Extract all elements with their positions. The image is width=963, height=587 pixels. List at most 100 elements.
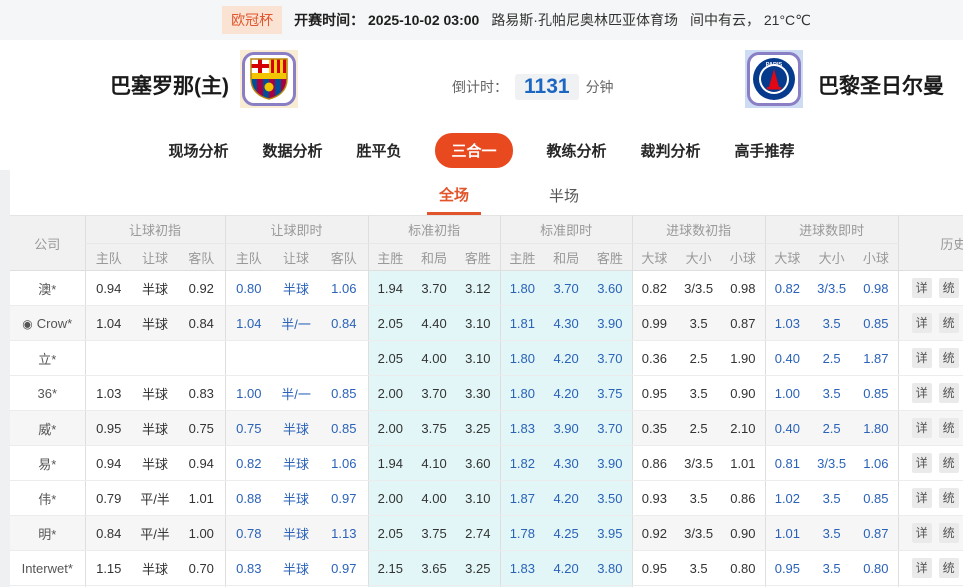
odds-cell[interactable]: 半球 [272, 516, 320, 551]
stats-button[interactable]: 统 [939, 453, 959, 473]
odds-cell[interactable]: 1.01 [765, 516, 809, 551]
odds-cell[interactable]: 1.81 [500, 306, 544, 341]
odds-cell[interactable]: 半球 [272, 411, 320, 446]
odds-cell[interactable]: 1.87 [854, 341, 898, 376]
stats-button[interactable]: 统 [939, 523, 959, 543]
odds-cell[interactable]: 0.82 [225, 446, 272, 481]
detail-button[interactable]: 详 [912, 313, 932, 333]
odds-cell[interactable]: 1.06 [320, 446, 368, 481]
odds-cell[interactable]: 3.75 [588, 376, 632, 411]
stats-button[interactable]: 统 [939, 278, 959, 298]
odds-cell[interactable]: 4.20 [544, 376, 588, 411]
stats-button[interactable]: 统 [939, 313, 959, 333]
odds-cell[interactable]: 0.81 [765, 446, 809, 481]
odds-cell[interactable]: 1.00 [225, 376, 272, 411]
detail-button[interactable]: 详 [912, 453, 932, 473]
odds-cell[interactable]: 1.78 [500, 516, 544, 551]
odds-cell[interactable]: 3.70 [588, 411, 632, 446]
odds-cell[interactable]: 0.85 [854, 481, 898, 516]
odds-cell[interactable]: 3.60 [588, 271, 632, 306]
nav-tab-active[interactable]: 三合一 [435, 133, 512, 168]
odds-cell[interactable]: 1.82 [500, 446, 544, 481]
odds-cell[interactable]: 4.30 [544, 446, 588, 481]
detail-button[interactable]: 详 [912, 418, 932, 438]
tab-full-match[interactable]: 全场 [427, 184, 481, 215]
odds-cell[interactable]: 0.80 [225, 271, 272, 306]
odds-cell[interactable]: 1.03 [765, 306, 809, 341]
odds-cell[interactable]: 3.90 [544, 411, 588, 446]
odds-cell[interactable]: 4.20 [544, 481, 588, 516]
tab-half-match[interactable]: 半场 [537, 185, 591, 215]
odds-cell[interactable]: 3.90 [588, 306, 632, 341]
stats-button[interactable]: 统 [939, 348, 959, 368]
detail-button[interactable]: 详 [912, 488, 932, 508]
odds-cell[interactable]: 1.80 [500, 376, 544, 411]
odds-cell[interactable]: 3.90 [588, 446, 632, 481]
odds-cell[interactable]: 1.80 [500, 341, 544, 376]
odds-cell[interactable]: 3.95 [588, 516, 632, 551]
odds-cell[interactable]: 半/一 [272, 306, 320, 341]
odds-cell[interactable]: 3.5 [809, 516, 854, 551]
odds-cell[interactable]: 0.40 [765, 411, 809, 446]
odds-cell[interactable]: 1.02 [765, 481, 809, 516]
stats-button[interactable]: 统 [939, 383, 959, 403]
odds-cell[interactable]: 半/一 [272, 376, 320, 411]
odds-cell[interactable]: 2.5 [809, 341, 854, 376]
odds-cell[interactable]: 0.85 [854, 306, 898, 341]
odds-cell[interactable]: 0.85 [320, 376, 368, 411]
odds-cell[interactable]: 0.40 [765, 341, 809, 376]
detail-button[interactable]: 详 [912, 383, 932, 403]
stats-button[interactable]: 统 [939, 488, 959, 508]
stats-button[interactable]: 统 [939, 418, 959, 438]
stats-button[interactable]: 统 [939, 558, 959, 578]
odds-cell[interactable]: 1.06 [854, 446, 898, 481]
odds-cell[interactable]: 3/3.5 [809, 271, 854, 306]
nav-tab-item[interactable]: 胜平负 [356, 140, 401, 161]
odds-cell[interactable]: 4.20 [544, 551, 588, 586]
odds-cell[interactable]: 3.5 [809, 481, 854, 516]
odds-cell[interactable]: 3.5 [809, 551, 854, 586]
odds-cell[interactable]: 4.30 [544, 306, 588, 341]
odds-cell[interactable]: 2.5 [809, 411, 854, 446]
odds-cell[interactable]: 3.80 [588, 551, 632, 586]
nav-tab-item[interactable]: 教练分析 [547, 140, 607, 161]
odds-cell[interactable]: 0.83 [225, 551, 272, 586]
detail-button[interactable]: 详 [912, 278, 932, 298]
detail-button[interactable]: 详 [912, 348, 932, 368]
odds-cell[interactable]: 1.00 [765, 376, 809, 411]
odds-cell[interactable]: 3.5 [809, 306, 854, 341]
odds-cell[interactable]: 0.85 [320, 411, 368, 446]
odds-cell[interactable]: 0.87 [854, 516, 898, 551]
odds-cell[interactable]: 1.13 [320, 516, 368, 551]
odds-cell[interactable]: 0.75 [225, 411, 272, 446]
odds-cell[interactable]: 0.84 [320, 306, 368, 341]
odds-cell[interactable]: 0.80 [854, 551, 898, 586]
odds-cell[interactable]: 0.97 [320, 551, 368, 586]
odds-cell[interactable]: 4.20 [544, 341, 588, 376]
nav-tab-item[interactable]: 数据分析 [262, 140, 322, 161]
odds-cell[interactable]: 0.78 [225, 516, 272, 551]
odds-cell[interactable]: 0.88 [225, 481, 272, 516]
odds-cell[interactable]: 1.04 [225, 306, 272, 341]
odds-cell[interactable]: 0.82 [765, 271, 809, 306]
odds-cell[interactable]: 0.95 [765, 551, 809, 586]
odds-cell[interactable]: 4.25 [544, 516, 588, 551]
detail-button[interactable]: 详 [912, 558, 932, 578]
odds-cell[interactable]: 半球 [272, 271, 320, 306]
odds-cell[interactable]: 0.85 [854, 376, 898, 411]
odds-cell[interactable]: 半球 [272, 481, 320, 516]
odds-cell[interactable]: 1.80 [500, 271, 544, 306]
odds-cell[interactable]: 半球 [272, 446, 320, 481]
odds-cell[interactable]: 0.98 [854, 271, 898, 306]
nav-tab-item[interactable]: 现场分析 [168, 140, 228, 161]
detail-button[interactable]: 详 [912, 523, 932, 543]
odds-cell[interactable]: 3.50 [588, 481, 632, 516]
odds-cell[interactable]: 1.83 [500, 551, 544, 586]
odds-cell[interactable]: 3/3.5 [809, 446, 854, 481]
odds-cell[interactable]: 3.5 [809, 376, 854, 411]
nav-tab-item[interactable]: 裁判分析 [641, 140, 701, 161]
odds-cell[interactable]: 3.70 [588, 341, 632, 376]
odds-cell[interactable]: 半球 [272, 551, 320, 586]
odds-cell[interactable]: 1.80 [854, 411, 898, 446]
nav-tab-item[interactable]: 高手推荐 [735, 140, 795, 161]
